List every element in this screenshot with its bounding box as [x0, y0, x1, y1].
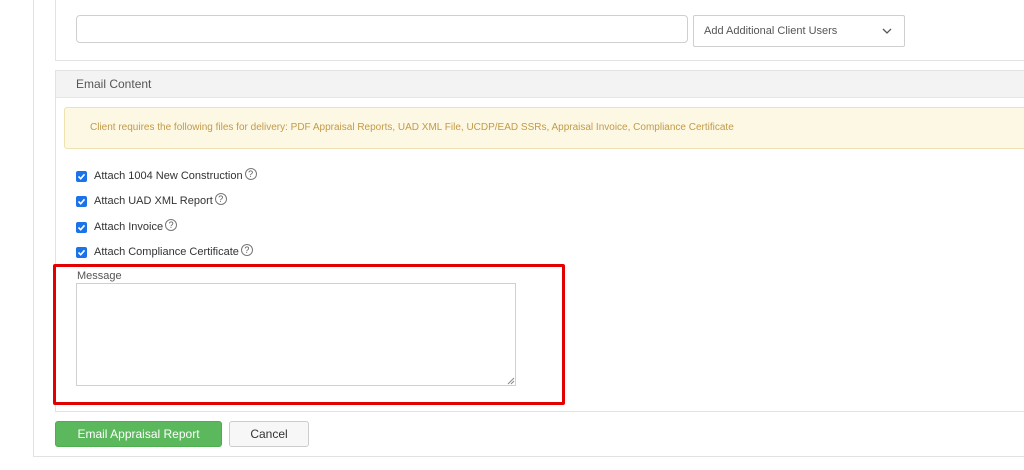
divider	[55, 411, 1024, 412]
checkmark-icon	[77, 249, 86, 256]
help-icon[interactable]: ?	[240, 244, 253, 256]
help-icon[interactable]: ?	[165, 219, 178, 231]
attach-1004-checkbox[interactable]	[76, 170, 87, 182]
checkmark-icon	[77, 224, 86, 231]
checkmark-icon	[77, 198, 86, 205]
message-label: Message	[77, 270, 122, 282]
add-client-users-label: Add Additional Client Users	[704, 25, 838, 37]
attach-compliance-label: Attach Compliance Certificate	[94, 246, 239, 258]
attach-uad-xml-label: Attach UAD XML Report	[94, 195, 213, 207]
chevron-down-icon	[882, 28, 892, 34]
help-icon[interactable]: ?	[244, 168, 257, 180]
attach-compliance-row[interactable]: Attach Compliance Certificate ?	[76, 243, 253, 261]
resize-grip-icon[interactable]	[507, 377, 515, 385]
recipient-email-input[interactable]	[76, 15, 688, 43]
attach-invoice-row[interactable]: Attach Invoice ?	[76, 218, 178, 236]
attach-compliance-checkbox[interactable]	[76, 246, 87, 258]
attach-invoice-label: Attach Invoice	[94, 221, 164, 233]
add-client-users-select[interactable]: Add Additional Client Users	[693, 15, 905, 47]
attach-invoice-checkbox[interactable]	[76, 221, 87, 233]
cancel-button[interactable]: Cancel	[229, 421, 309, 447]
email-content-header: Email Content	[56, 71, 1024, 98]
message-textarea[interactable]	[76, 283, 516, 386]
attach-uad-xml-checkbox[interactable]	[76, 195, 87, 207]
email-appraisal-report-button[interactable]: Email Appraisal Report	[55, 421, 222, 447]
attach-1004-row[interactable]: Attach 1004 New Construction ?	[76, 167, 257, 185]
attach-1004-label: Attach 1004 New Construction	[94, 170, 243, 182]
attach-uad-xml-row[interactable]: Attach UAD XML Report ?	[76, 192, 227, 210]
delivery-requirements-notice: Client requires the following files for …	[64, 107, 1024, 149]
help-icon[interactable]: ?	[214, 193, 227, 205]
checkmark-icon	[77, 173, 86, 180]
